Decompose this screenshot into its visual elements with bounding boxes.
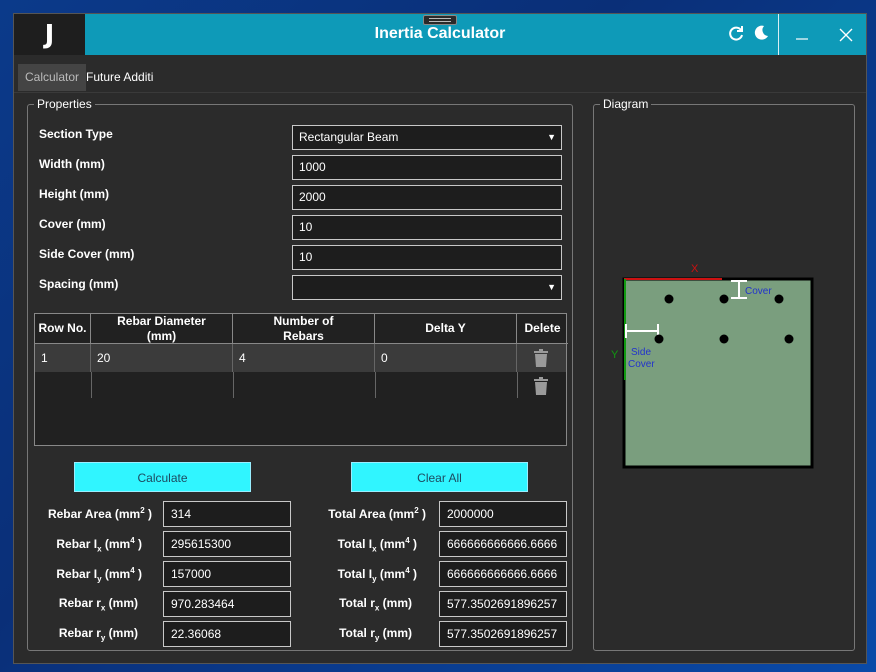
rebar-iy-value[interactable]: 157000 <box>163 561 291 587</box>
cell-number-of-rebars[interactable]: 4 <box>233 344 375 372</box>
spacing-select[interactable]: ▼ <box>292 275 562 300</box>
side-cover-label: Side Cover (mm) <box>39 247 135 261</box>
cover-annotation: Cover <box>745 286 772 297</box>
moon-icon[interactable] <box>752 24 770 47</box>
calculate-button[interactable]: Calculate <box>74 462 251 492</box>
app-logo: J <box>14 14 85 55</box>
section-type-label: Section Type <box>39 127 113 141</box>
rebar-dot <box>784 334 794 344</box>
total-ix-label: Total Ix (mm4 ) <box>337 536 417 554</box>
height-input[interactable]: 2000 <box>292 185 562 210</box>
total-ix-value[interactable]: 666666666666.6666 <box>439 531 567 557</box>
chevron-down-icon: ▼ <box>547 132 556 142</box>
rebar-ix-label: Rebar Ix (mm4 ) <box>56 536 142 554</box>
rebar-dot <box>774 294 784 304</box>
rebar-ry-label: Rebar ry (mm) <box>58 626 138 643</box>
trash-icon[interactable] <box>533 377 549 395</box>
rebar-area-value[interactable]: 314 <box>163 501 291 527</box>
total-ry-value[interactable]: 577.3502691896257 <box>439 621 567 647</box>
width-input[interactable]: 1000 <box>292 155 562 180</box>
cover-input[interactable]: 10 <box>292 215 562 240</box>
side-cover-annotation-line1: Side <box>631 347 651 358</box>
width-label: Width (mm) <box>39 157 105 171</box>
app-window: J Inertia Calculator Calculator Future A… <box>13 13 867 664</box>
column-divider <box>375 372 376 398</box>
diagram-group: Diagram X Y Cover Side Cover <box>593 97 855 651</box>
close-button[interactable] <box>824 14 868 55</box>
rebar-dot <box>664 294 674 304</box>
title-bar[interactable]: J Inertia Calculator <box>14 14 866 55</box>
header-delta-y[interactable]: Delta Y <box>375 314 517 344</box>
header-rebar-diameter[interactable]: Rebar Diameter (mm) <box>91 314 233 344</box>
rebar-dot <box>719 294 729 304</box>
rebar-dot <box>654 334 664 344</box>
close-icon <box>839 28 853 41</box>
side-cover-input[interactable]: 10 <box>292 245 562 270</box>
section-type-value: Rectangular Beam <box>299 130 399 144</box>
beam-section <box>622 277 814 469</box>
total-area-label: Total Area (mm2 ) <box>328 506 426 521</box>
header-delete[interactable]: Delete <box>517 314 568 344</box>
column-divider <box>517 372 518 398</box>
total-area-value[interactable]: 2000000 <box>439 501 567 527</box>
refresh-icon[interactable] <box>727 24 745 47</box>
minimize-icon <box>796 37 808 40</box>
total-rx-label: Total rx (mm) <box>339 596 412 613</box>
rebar-iy-label: Rebar Iy (mm4 ) <box>56 566 142 584</box>
total-rx-value[interactable]: 577.3502691896257 <box>439 591 567 617</box>
section-diagram: X Y Cover Side Cover <box>611 263 814 469</box>
properties-group: Properties Section Type Rectangular Beam… <box>27 97 573 651</box>
cover-label: Cover (mm) <box>39 217 106 231</box>
section-type-select[interactable]: Rectangular Beam ▼ <box>292 125 562 150</box>
side-cover-annotation-line2: Cover <box>628 359 655 370</box>
y-axis-label: Y <box>611 349 619 361</box>
total-iy-value[interactable]: 666666666666.6666 <box>439 561 567 587</box>
rebar-area-label: Rebar Area (mm2 ) <box>47 506 152 521</box>
minimize-button[interactable] <box>780 14 824 55</box>
properties-group-label: Properties <box>34 97 95 111</box>
column-divider <box>233 372 234 398</box>
height-label: Height (mm) <box>39 187 109 201</box>
trash-icon[interactable] <box>533 349 549 367</box>
titlebar-separator <box>778 14 779 55</box>
rebar-ry-value[interactable]: 22.36068 <box>163 621 291 647</box>
chevron-down-icon: ▼ <box>547 282 556 292</box>
cell-row-no[interactable]: 1 <box>35 344 91 372</box>
tab-calculator[interactable]: Calculator <box>18 64 87 91</box>
logo-letter: J <box>44 19 55 50</box>
tab-bar: Calculator Future Additi <box>14 55 866 93</box>
clear-all-button[interactable]: Clear All <box>351 462 528 492</box>
total-iy-label: Total Iy (mm4 ) <box>337 566 417 584</box>
total-ry-label: Total ry (mm) <box>339 626 412 643</box>
cell-delta-y[interactable]: 0 <box>375 344 517 372</box>
rebar-ix-value[interactable]: 295615300 <box>163 531 291 557</box>
x-axis-label: X <box>691 263 699 275</box>
header-row-no[interactable]: Row No. <box>35 314 91 344</box>
rebar-table: Row No. Rebar Diameter (mm) Number of Re… <box>34 313 568 446</box>
rebar-rx-value[interactable]: 970.283464 <box>163 591 291 617</box>
table-row[interactable]: 1 20 4 0 <box>35 344 566 372</box>
spacing-label: Spacing (mm) <box>39 277 119 291</box>
header-number-of-rebars[interactable]: Number of Rebars <box>233 314 375 344</box>
rebar-dot <box>719 334 729 344</box>
cell-rebar-diameter[interactable]: 20 <box>91 344 233 372</box>
drag-handle[interactable] <box>423 15 457 25</box>
column-divider <box>91 372 92 398</box>
tab-future-additions[interactable]: Future Additi <box>80 64 158 91</box>
rebar-rx-label: Rebar rx (mm) <box>58 596 138 613</box>
